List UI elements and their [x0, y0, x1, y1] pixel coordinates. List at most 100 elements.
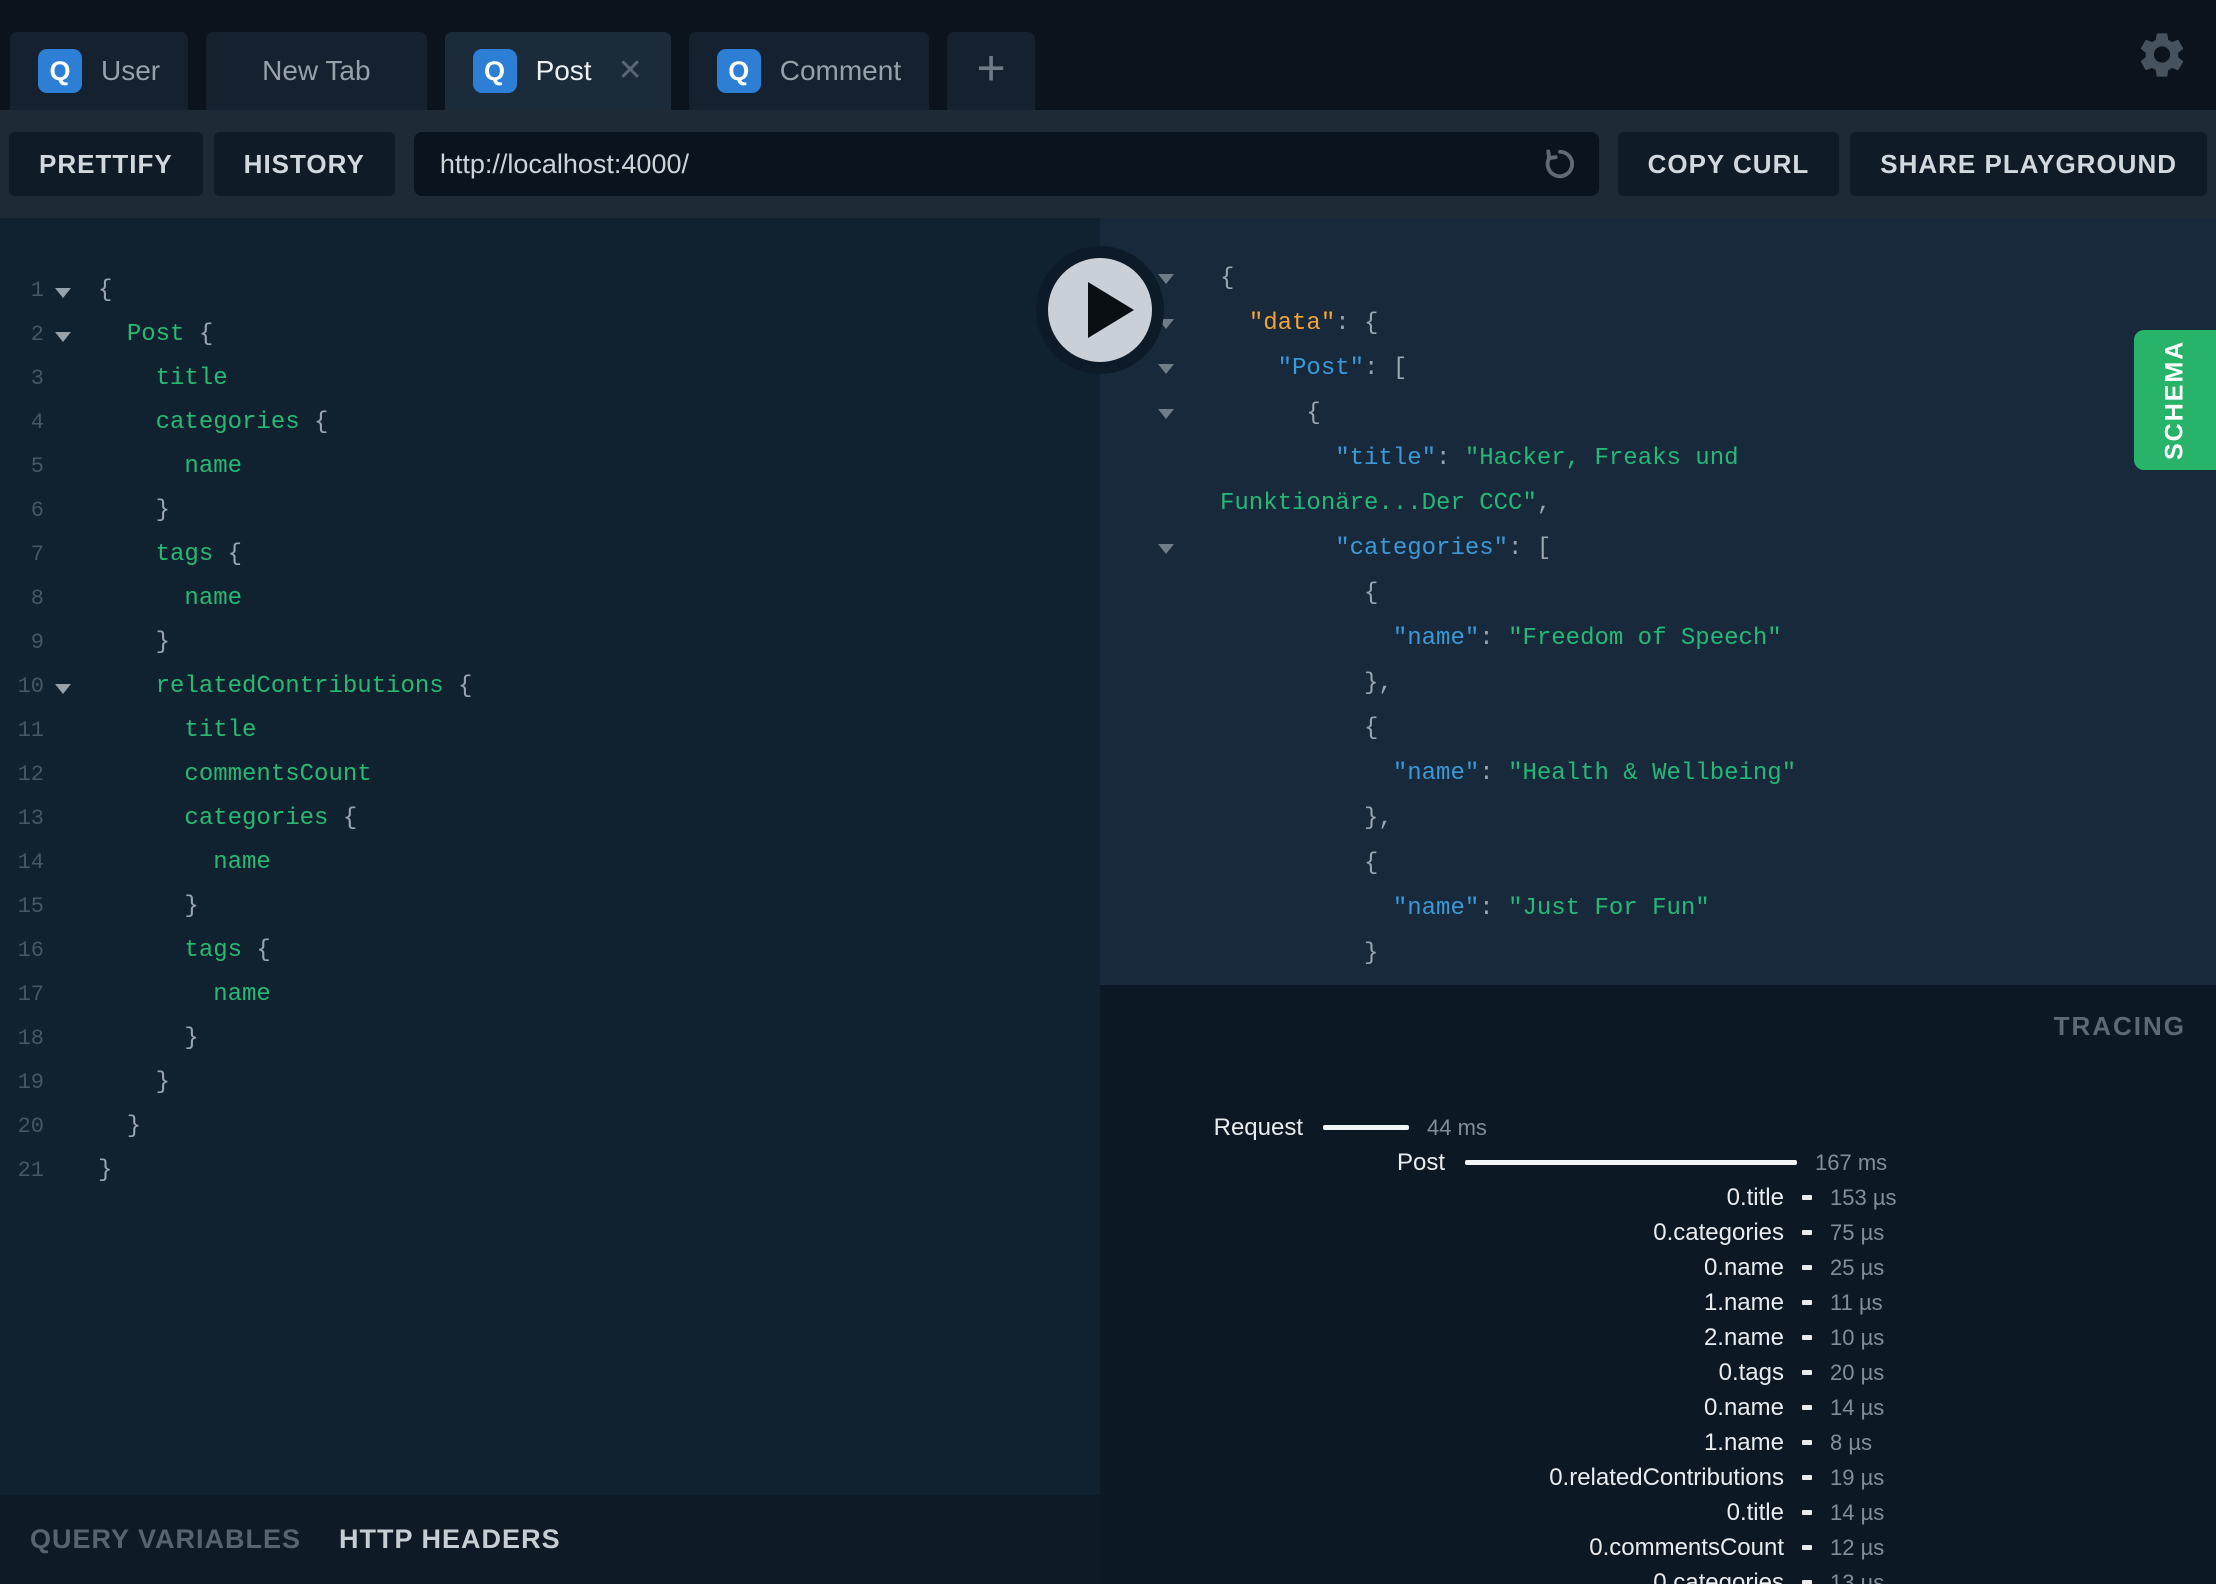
- query-variables-tab[interactable]: QUERY VARIABLES: [30, 1524, 301, 1555]
- editor-line[interactable]: 11 title: [0, 708, 1100, 752]
- response-line: {: [1100, 391, 2216, 436]
- fold-slot: [44, 551, 82, 557]
- new-tab-button[interactable]: +: [947, 32, 1036, 110]
- editor-line[interactable]: 9 }: [0, 620, 1100, 664]
- editor-line[interactable]: 6 }: [0, 488, 1100, 532]
- line-number: 18: [17, 1025, 44, 1051]
- fold-arrow-icon[interactable]: [55, 332, 71, 342]
- share-playground-button[interactable]: SHARE PLAYGROUND: [1850, 132, 2207, 196]
- trace-row: Request 44 ms: [1100, 1110, 2216, 1145]
- trace-label: 2.name: [1703, 1323, 1784, 1351]
- variables-bar: QUERY VARIABLES HTTP HEADERS: [0, 1495, 1100, 1584]
- fold-slot: [44, 639, 82, 645]
- trace-dash: [1802, 1545, 1812, 1550]
- tab-new-tab[interactable]: New Tab: [206, 32, 427, 110]
- code-text: categories {: [155, 408, 329, 436]
- collapse-arrow-icon[interactable]: [1158, 544, 1174, 554]
- trace-duration: 153 µs: [1830, 1184, 1897, 1210]
- editor-line[interactable]: 12 commentsCount: [0, 752, 1100, 796]
- fold-slot: [44, 375, 82, 381]
- line-number: 2: [30, 321, 44, 347]
- code-text: }: [98, 1112, 142, 1140]
- editor-line[interactable]: 16 tags {: [0, 928, 1100, 972]
- endpoint-input[interactable]: [437, 147, 1539, 181]
- tracing-title: TRACING: [2053, 1011, 2186, 1041]
- trace-duration: 13 µs: [1830, 1569, 1885, 1584]
- copy-curl-button[interactable]: COPY CURL: [1617, 132, 1840, 196]
- trace-bar: [1465, 1160, 1797, 1165]
- editor-line[interactable]: 1{: [0, 268, 1100, 312]
- trace-label: 0.categories: [1653, 1568, 1784, 1584]
- history-button[interactable]: HISTORY: [213, 132, 395, 196]
- editor-line[interactable]: 7 tags {: [0, 532, 1100, 576]
- fold-slot: [44, 419, 82, 425]
- response-line: "title": "Hacker, Freaks und: [1335, 445, 1739, 472]
- fold-slot: [44, 859, 82, 865]
- line-number: 16: [17, 937, 44, 963]
- response-line: },: [1220, 805, 1393, 832]
- settings-gear-icon[interactable]: [2136, 29, 2188, 81]
- editor-line[interactable]: 8 name: [0, 576, 1100, 620]
- trace-label: Request: [1213, 1113, 1303, 1141]
- fold-slot: [44, 1167, 82, 1173]
- response-line: "data": {: [1100, 301, 2216, 346]
- response-side: { "data": { "Post": [ { "title": "Hacker…: [1100, 218, 2216, 1584]
- prettify-button[interactable]: PRETTIFY: [9, 132, 203, 196]
- editor-line[interactable]: 19 }: [0, 1060, 1100, 1104]
- tab-user[interactable]: Q User: [10, 32, 189, 110]
- collapse-arrow-icon[interactable]: [1158, 409, 1174, 419]
- editor-line[interactable]: 18 }: [0, 1016, 1100, 1060]
- main-panes: 1{2 Post {3 title 4 categories {5 name 6 }…: [0, 218, 2216, 1584]
- code-text: }: [98, 496, 171, 524]
- code-text: }: [98, 1068, 171, 1096]
- editor-line[interactable]: 5 name: [0, 444, 1100, 488]
- editor-line[interactable]: 17 name: [0, 972, 1100, 1016]
- response-line: },: [1220, 670, 1393, 697]
- editor-line[interactable]: 10 relatedContributions {: [0, 664, 1100, 708]
- query-editor-pane: 1{2 Post {3 title 4 categories {5 name 6 }…: [0, 218, 1100, 1584]
- editor-line[interactable]: 3 title: [0, 356, 1100, 400]
- response-line: {: [1220, 715, 1379, 742]
- response-line: {: [1220, 580, 1379, 607]
- editor-line[interactable]: 14 name: [0, 840, 1100, 884]
- trace-dash: [1802, 1335, 1812, 1340]
- code-text: }: [98, 1024, 199, 1052]
- trace-dash: [1802, 1195, 1812, 1200]
- line-number: 1: [30, 277, 44, 303]
- editor-line[interactable]: 21}: [0, 1148, 1100, 1192]
- query-badge-icon: Q: [472, 49, 517, 93]
- editor-line[interactable]: 4 categories {: [0, 400, 1100, 444]
- close-tab-icon[interactable]: ✕: [618, 56, 643, 86]
- trace-row: 0.name 25 µs: [1100, 1250, 2216, 1285]
- tab-post[interactable]: Q Post ✕: [444, 32, 671, 110]
- schema-tab[interactable]: SCHEMA: [2134, 330, 2216, 470]
- code-text: tags {: [184, 936, 271, 964]
- code-text: title: [184, 716, 257, 744]
- editor-line[interactable]: 15 }: [0, 884, 1100, 928]
- fold-arrow-icon[interactable]: [55, 684, 71, 694]
- line-number: 21: [17, 1157, 44, 1183]
- query-editor[interactable]: 1{2 Post {3 title 4 categories {5 name 6 }…: [0, 218, 1100, 1495]
- trace-row: 0.relatedContributions 19 µs: [1100, 1460, 2216, 1495]
- tab-comment[interactable]: Q Comment: [688, 32, 930, 110]
- line-number: 3: [30, 365, 44, 391]
- query-badge-icon: Q: [716, 49, 761, 93]
- code-text: name: [213, 980, 271, 1008]
- trace-row: 1.name 8 µs: [1100, 1425, 2216, 1460]
- fold-arrow-icon[interactable]: [55, 288, 71, 298]
- execute-button[interactable]: [1035, 245, 1165, 375]
- response-line: "Post": [: [1100, 346, 2216, 391]
- code-text: commentsCount: [184, 760, 372, 788]
- editor-line[interactable]: 20 }: [0, 1104, 1100, 1148]
- fold-slot: [44, 727, 82, 733]
- line-number: 4: [30, 409, 44, 435]
- line-number: 11: [17, 717, 44, 743]
- http-headers-tab[interactable]: HTTP HEADERS: [339, 1524, 561, 1555]
- trace-label: 0.relatedContributions: [1549, 1463, 1784, 1491]
- reload-icon[interactable]: [1539, 143, 1581, 185]
- trace-duration: 44 ms: [1427, 1114, 1487, 1140]
- editor-line[interactable]: 2 Post {: [0, 312, 1100, 356]
- editor-line[interactable]: 13 categories {: [0, 796, 1100, 840]
- trace-dash: [1802, 1405, 1812, 1410]
- trace-duration: 12 µs: [1830, 1534, 1885, 1560]
